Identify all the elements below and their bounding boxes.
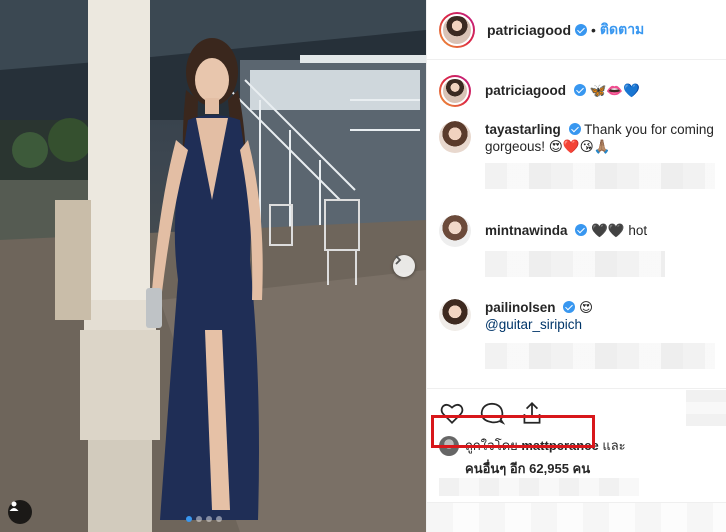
- comment-text: 😍: [579, 300, 594, 315]
- comment-input-area[interactable]: [427, 502, 726, 532]
- liked-by-line: ถูกใจโดย mattperanee และ: [439, 435, 715, 456]
- user-tag-button[interactable]: [8, 500, 32, 524]
- comment-text: 🖤🖤 hot: [591, 223, 648, 238]
- share-icon[interactable]: [519, 400, 545, 426]
- post-header: patriciagood • ติดตาม: [427, 0, 726, 60]
- liked-by-prefix: ถูกใจโดย: [465, 438, 518, 453]
- post-actions: ถูกใจโดย mattperanee และ คนอื่นๆ อีก 62,…: [427, 388, 726, 479]
- verified-badge-icon: [575, 224, 588, 236]
- separator-bullet: •: [591, 21, 596, 38]
- liker-username[interactable]: mattperanee: [521, 438, 598, 453]
- likes-count[interactable]: คนอื่นๆ อีก 62,955 คน: [465, 461, 590, 476]
- verified-badge-icon: [563, 301, 576, 313]
- comment-username[interactable]: tayastarling: [485, 122, 561, 137]
- commenter-avatar[interactable]: [439, 121, 471, 153]
- action-icons: [439, 397, 715, 429]
- author-username[interactable]: patriciagood: [487, 22, 571, 38]
- blurred-content: [686, 390, 726, 426]
- commenter-avatar[interactable]: [439, 299, 471, 331]
- carousel-dot: [206, 516, 212, 522]
- carousel-dot: [216, 516, 222, 522]
- blurred-content: [485, 163, 715, 189]
- comment-icon[interactable]: [479, 400, 505, 426]
- caption-username[interactable]: patriciagood: [485, 83, 566, 98]
- comment-row: mintnawinda 🖤🖤 hot: [439, 215, 715, 247]
- photo-scene: [0, 0, 426, 532]
- follow-button[interactable]: ติดตาม: [600, 19, 644, 41]
- next-photo-button[interactable]: [393, 255, 415, 277]
- carousel-indicator: [186, 516, 222, 522]
- user-tag-icon: [9, 501, 19, 511]
- comment-row: tayastarling Thank you for coming gorgeo…: [439, 121, 715, 155]
- comment-username[interactable]: mintnawinda: [485, 223, 568, 238]
- verified-badge-icon: [568, 123, 581, 135]
- blurred-content: [485, 343, 715, 369]
- verified-badge-icon: [575, 23, 588, 36]
- comment-list: patriciagood 🦋👄💙 tayastarling Thank you …: [427, 61, 726, 387]
- author-avatar[interactable]: [439, 75, 471, 107]
- chevron-right-icon: [395, 255, 402, 265]
- author-avatar[interactable]: [439, 11, 475, 48]
- verified-badge-icon: [573, 84, 586, 96]
- heart-icon[interactable]: [439, 400, 465, 426]
- comment-username[interactable]: pailinolsen: [485, 300, 556, 315]
- carousel-dot: [186, 516, 192, 522]
- blurred-content: [439, 478, 639, 496]
- post-photo[interactable]: [0, 0, 426, 532]
- caption-row: patriciagood 🦋👄💙: [439, 75, 715, 107]
- liker-avatar[interactable]: [439, 435, 459, 456]
- blurred-content: [485, 251, 665, 277]
- comment-row: pailinolsen 😍 @guitar_siripich: [439, 299, 715, 333]
- liked-by-suffix: และ: [602, 438, 626, 453]
- caption-text: 🦋👄💙: [589, 83, 640, 98]
- carousel-dot: [196, 516, 202, 522]
- commenter-avatar[interactable]: [439, 215, 471, 247]
- post-side-panel: patriciagood • ติดตาม patriciagood 🦋👄💙 t…: [426, 0, 726, 532]
- comment-mention-link[interactable]: @guitar_siripich: [485, 317, 582, 332]
